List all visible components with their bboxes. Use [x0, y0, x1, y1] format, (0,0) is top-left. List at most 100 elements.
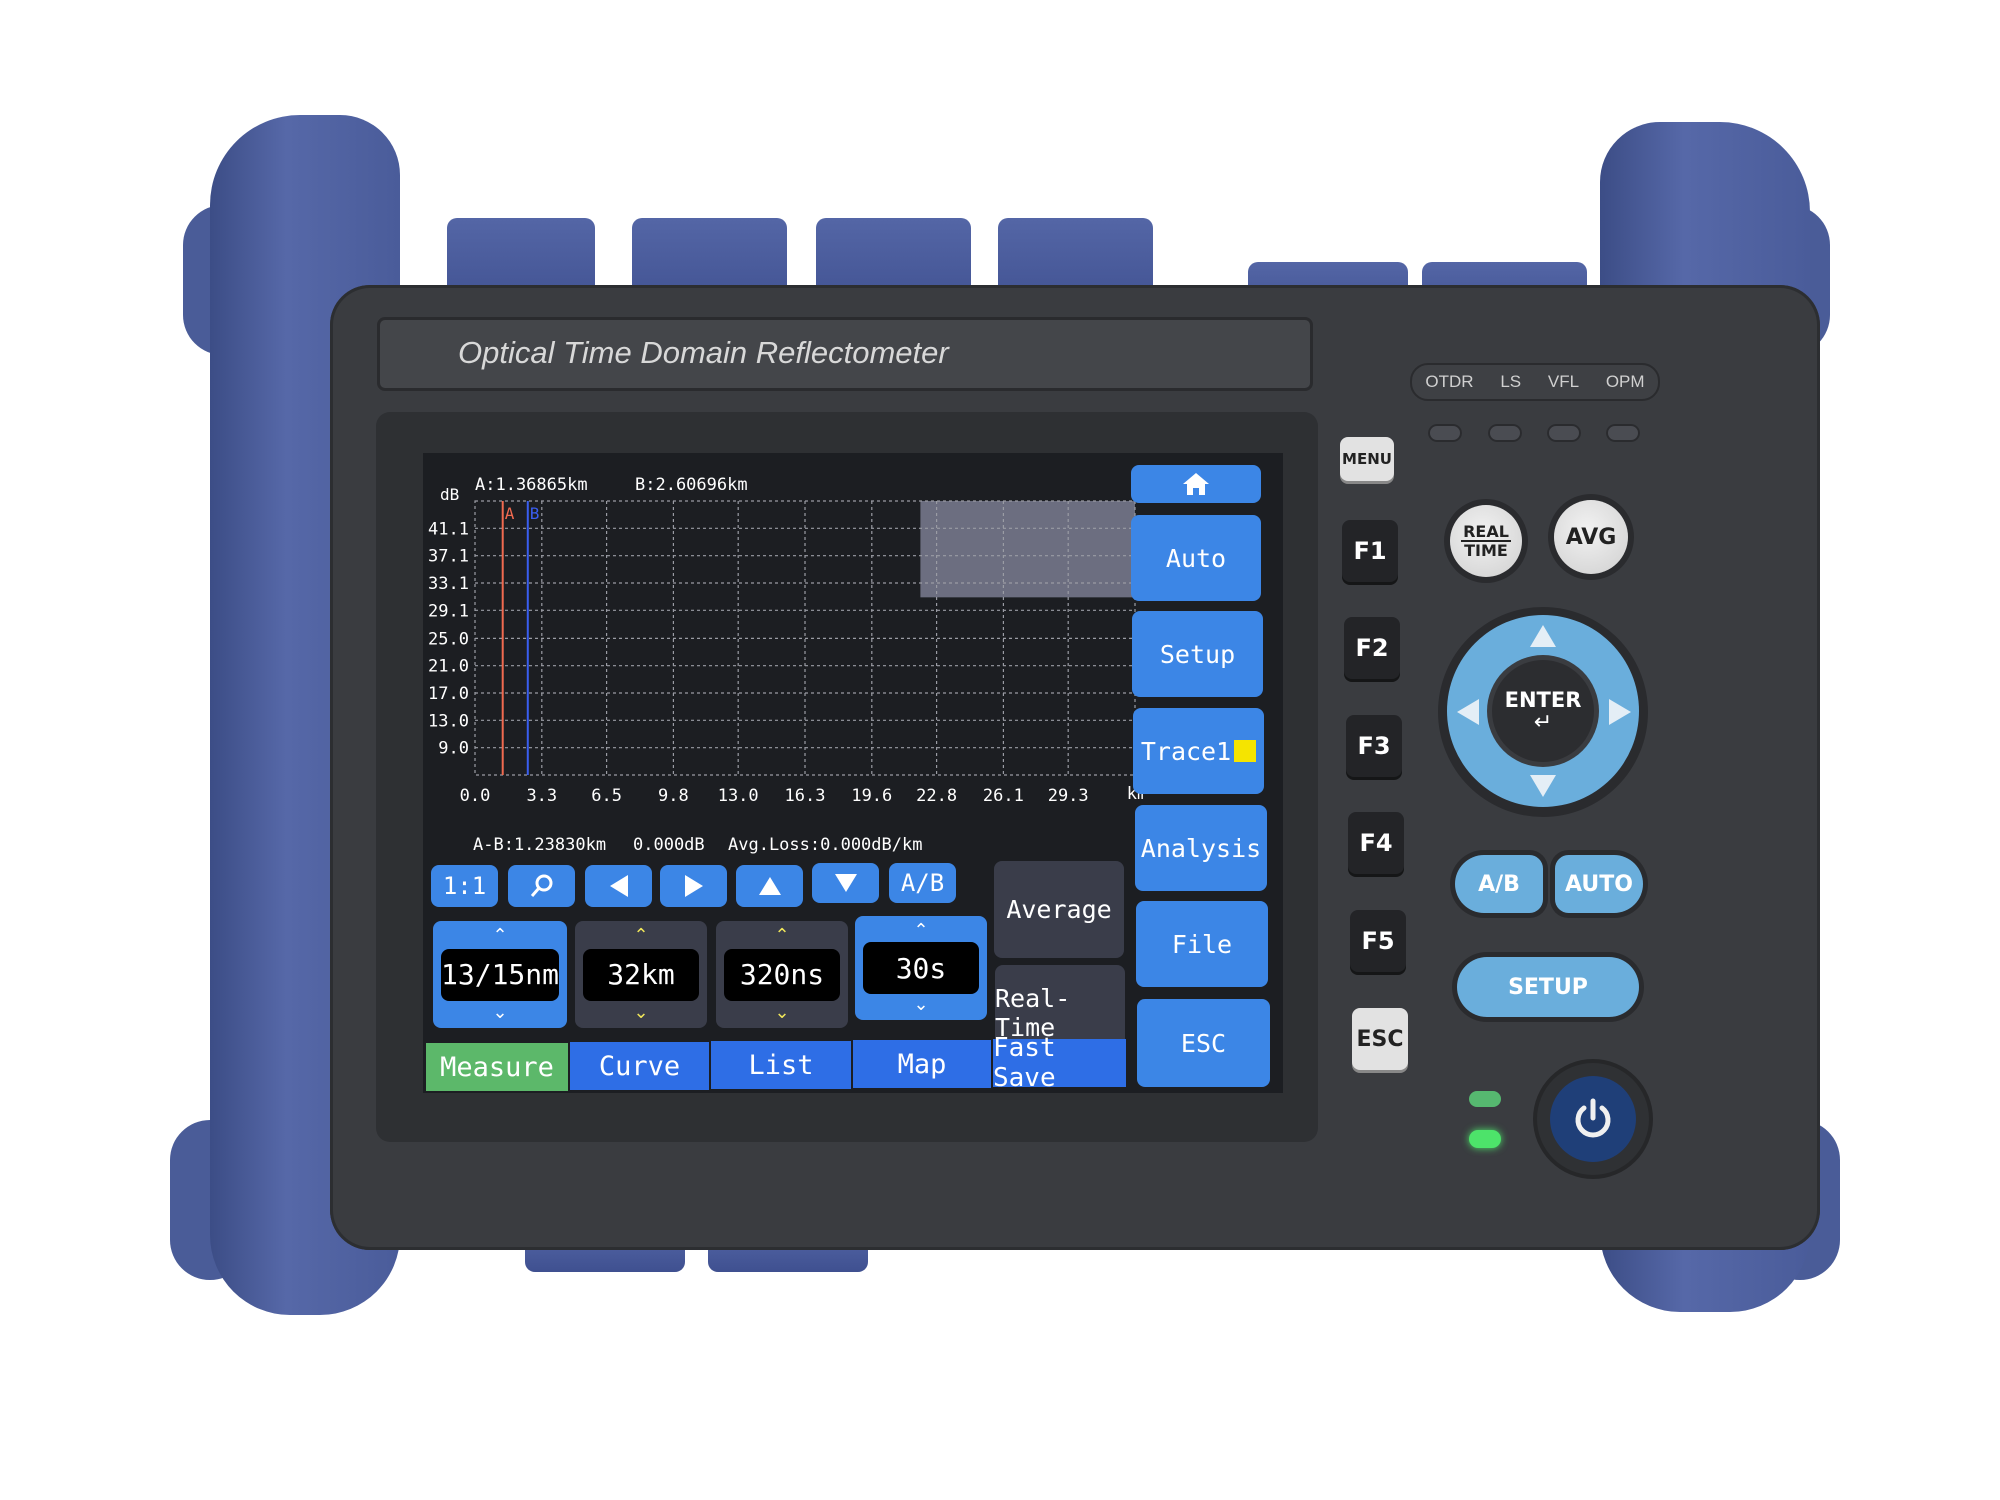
mode-label-opm: OPM	[1605, 372, 1645, 391]
f5-key[interactable]: F5	[1350, 910, 1406, 972]
x-tick-label: 13.0	[718, 786, 759, 806]
auto-key[interactable]: AUTO	[1555, 855, 1643, 913]
mode-led-ls	[1488, 424, 1522, 442]
side-setup-button[interactable]: Setup	[1132, 611, 1263, 697]
range-spinner[interactable]: ⌃ 32km ⌄	[575, 921, 707, 1028]
duration-spinner[interactable]: ⌃ 30s ⌄	[855, 916, 987, 1020]
duration-down-arrow[interactable]: ⌄	[913, 996, 928, 1014]
tab-map[interactable]: Map	[853, 1040, 991, 1088]
pan-left-button[interactable]	[585, 865, 652, 907]
menu-key[interactable]: MENU	[1340, 437, 1394, 481]
pulse-width-spinner[interactable]: ⌃ 320ns ⌄	[716, 921, 848, 1028]
tab-fast-save[interactable]: Fast Save	[993, 1033, 1126, 1093]
ab-toggle-button[interactable]: A/B	[889, 863, 956, 903]
y-tick-label: 17.0	[428, 684, 469, 704]
ab-key[interactable]: A/B	[1455, 855, 1543, 913]
marker-b-label: B	[530, 504, 540, 523]
enter-icon: ↵	[1533, 710, 1553, 735]
side-esc-button[interactable]: ESC	[1137, 999, 1270, 1087]
x-tick-label: 6.5	[591, 786, 622, 806]
side-auto-label: Auto	[1165, 543, 1227, 573]
average-button[interactable]: Average	[994, 861, 1124, 958]
wavelength-spinner[interactable]: ⌃ 13/15nm ⌄	[433, 921, 567, 1028]
power-button[interactable]	[1537, 1063, 1649, 1175]
tab-curve[interactable]: Curve	[570, 1042, 709, 1090]
pan-right-button[interactable]	[660, 865, 727, 907]
tab-list[interactable]: List	[711, 1041, 851, 1089]
y-tick-label: 33.1	[428, 574, 469, 594]
side-esc-label: ESC	[1180, 1028, 1227, 1058]
dpad-up[interactable]	[1523, 618, 1563, 654]
side-trace1-label: Trace1	[1140, 736, 1232, 766]
power-icon	[1575, 1098, 1611, 1138]
enter-key[interactable]: ENTER ↵	[1492, 660, 1594, 762]
esc-key[interactable]: ESC	[1352, 1008, 1408, 1070]
triangle-right-icon	[682, 873, 706, 899]
pan-down-button[interactable]	[812, 863, 879, 903]
side-auto-button[interactable]: Auto	[1131, 515, 1261, 601]
side-home-button[interactable]	[1131, 465, 1261, 503]
mode-label-otdr: OTDR	[1425, 372, 1474, 391]
status-led-2	[1469, 1130, 1501, 1148]
y-tick-label: 21.0	[428, 657, 469, 677]
tab-measure[interactable]: Measure	[426, 1043, 568, 1091]
side-setup-label: Setup	[1159, 639, 1236, 669]
range-up-arrow[interactable]: ⌃	[633, 927, 648, 945]
x-tick-label: 26.1	[983, 786, 1024, 806]
mode-label-vfl: VFL	[1547, 372, 1580, 391]
dpad-left[interactable]	[1450, 692, 1486, 732]
realtime-key[interactable]: REAL TIME	[1450, 505, 1522, 577]
y-tick-label: 29.1	[428, 601, 469, 621]
zoom-button[interactable]	[508, 865, 575, 907]
y-tick-label: 9.0	[438, 739, 469, 759]
range-down-arrow[interactable]: ⌄	[633, 1004, 648, 1022]
x-tick-label: 22.8	[916, 786, 957, 806]
mode-led-opm	[1606, 424, 1640, 442]
f2-key[interactable]: F2	[1344, 617, 1400, 679]
dpad-right[interactable]	[1602, 692, 1638, 732]
y-tick-label: 41.1	[428, 519, 469, 539]
x-tick-label: 19.6	[851, 786, 892, 806]
wavelength-down-arrow[interactable]: ⌄	[492, 1004, 507, 1022]
ab-distance: A-B:1.23830km	[473, 835, 607, 855]
trace-color-swatch	[1234, 740, 1257, 762]
setup-key[interactable]: SETUP	[1457, 957, 1639, 1017]
side-analysis-button[interactable]: Analysis	[1135, 805, 1267, 891]
avg-key[interactable]: AVG	[1554, 500, 1628, 574]
wavelength-value: 13/15nm	[441, 948, 559, 1001]
home-icon	[1183, 473, 1209, 495]
y-tick-label: 13.0	[428, 711, 469, 731]
pan-up-button[interactable]	[736, 865, 803, 907]
x-tick-label: 9.8	[658, 786, 689, 806]
mode-label-ls: LS	[1500, 372, 1522, 391]
triangle-left-icon	[607, 873, 631, 899]
status-led-1	[1469, 1091, 1501, 1107]
duration-up-arrow[interactable]: ⌃	[913, 922, 928, 940]
f4-key[interactable]: F4	[1348, 812, 1404, 874]
f1-key[interactable]: F1	[1342, 520, 1398, 582]
pulse-width-down-arrow[interactable]: ⌄	[774, 1004, 789, 1022]
x-tick-label: 0.0	[460, 786, 491, 806]
triangle-left-icon	[1457, 699, 1479, 725]
mode-led-vfl	[1547, 424, 1581, 442]
x-tick-label: 16.3	[785, 786, 826, 806]
pulse-width-up-arrow[interactable]: ⌃	[774, 927, 789, 945]
ab-loss: 0.000dB	[633, 835, 705, 855]
wavelength-up-arrow[interactable]: ⌃	[492, 927, 507, 945]
zoom-1-1-button-label: 1:1	[442, 872, 487, 900]
dpad-down[interactable]	[1523, 768, 1563, 804]
y-tick-label: 37.1	[428, 547, 469, 567]
zoom-1-1-button[interactable]: 1:1	[431, 865, 498, 907]
device-title: Optical Time Domain Reflectometer	[458, 335, 949, 370]
triangle-up-icon	[1530, 625, 1556, 647]
magnifier-icon	[529, 873, 555, 899]
side-file-button[interactable]: File	[1136, 901, 1268, 987]
otdr-trace-chart[interactable]: 0.0 3.3 6.5 9.8 13.0 16.3 19.6 22.8 26.1 29.3 km41…	[423, 453, 1143, 863]
x-tick-label: 3.3	[526, 786, 557, 806]
x-tick-label: 29.3	[1048, 786, 1089, 806]
ab-toggle-button-label: A/B	[900, 869, 945, 897]
side-trace1-button[interactable]: Trace1	[1133, 708, 1264, 794]
realtime-key-bottom: TIME	[1464, 541, 1508, 560]
f3-key[interactable]: F3	[1346, 715, 1402, 777]
duration-value: 30s	[863, 942, 979, 994]
